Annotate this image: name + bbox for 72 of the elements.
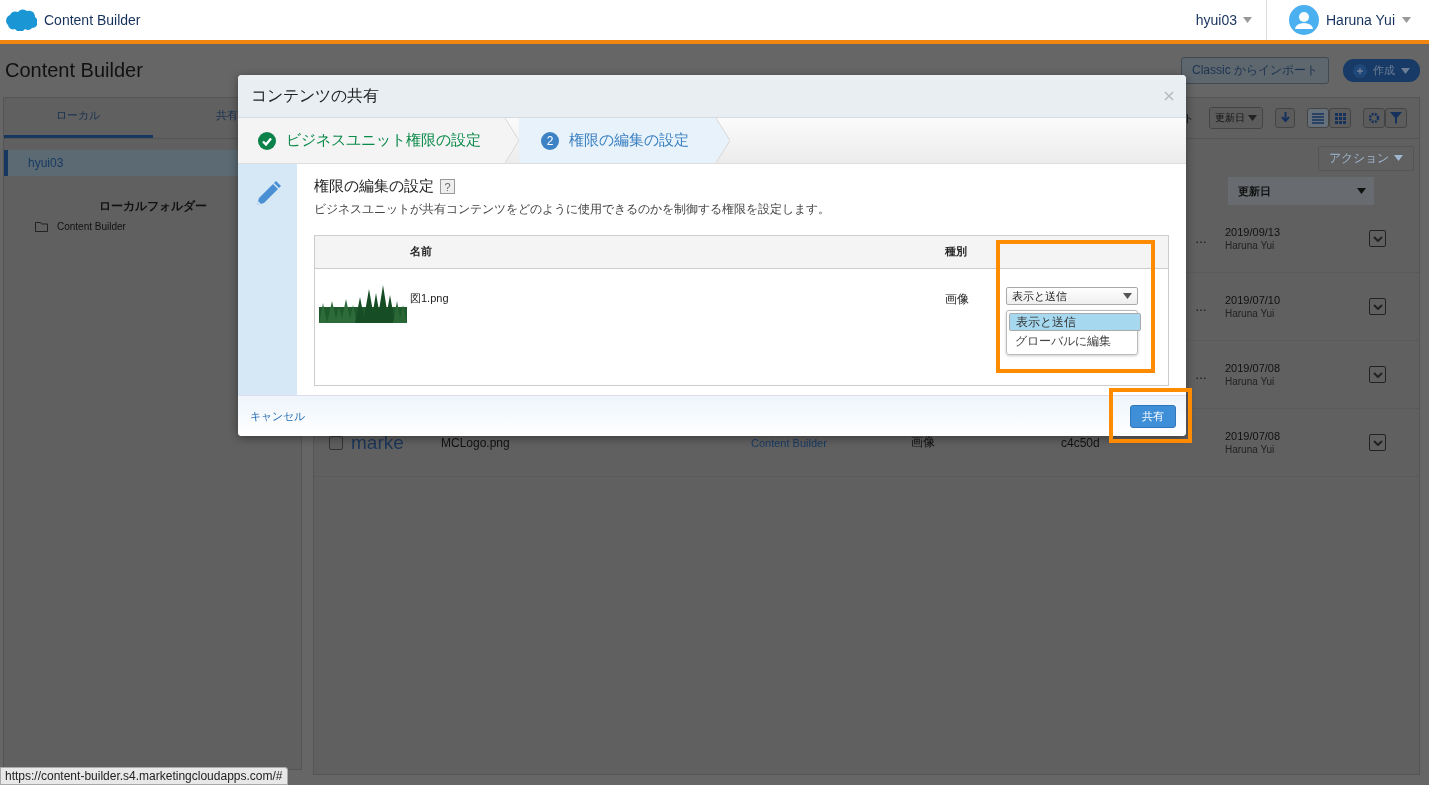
action-button[interactable]: アクション [1318,145,1414,171]
dialog-title: コンテンツの共有 [251,85,379,106]
section-title: ローカルフォルダー [97,198,208,215]
chevron-down-icon [1372,439,1383,446]
row-menu-button[interactable] [1369,298,1386,315]
chevron-down-icon [1372,235,1383,242]
column-header: 名前 [410,245,433,259]
caret-icon [1402,17,1411,23]
table-cell-text: c4c50d [1061,435,1101,450]
column-header: 種別 [945,245,968,259]
folder-link[interactable]: Content Builder [751,436,911,449]
help-button[interactable]: ? [440,179,455,194]
user-text: Haruna Yui [1225,308,1276,319]
caret-icon [1248,115,1257,121]
table-cell-text: 画像 [911,434,936,451]
status-url: https://content-builder.s4.marketingcloudapps.com/# [0,767,288,785]
page-title: Content Builder [5,59,144,82]
create-button[interactable]: 作成 [1343,59,1420,82]
plus-icon [1353,63,1367,78]
chevron-down-icon [1372,303,1383,310]
caret-icon [1357,188,1366,194]
filter-icon [1390,112,1402,124]
table-cell-text: … [1194,367,1208,382]
user-text: Haruna Yui [1225,376,1276,387]
settings-icon [1368,112,1380,124]
list-view-button[interactable] [1307,108,1329,128]
close-icon[interactable] [1164,91,1174,101]
cancel-link[interactable]: キャンセル [250,408,305,424]
cloud-logo-icon [5,9,37,31]
grid-view-button[interactable] [1329,108,1351,128]
dropdown-option[interactable]: グローバルに編集 [1009,331,1135,352]
toolbar-text: ト [1183,110,1194,126]
table-cell-text: … [1194,231,1208,246]
caret-icon [1394,155,1403,161]
row-menu-button[interactable] [1369,366,1386,383]
download-icon [1280,112,1290,124]
folder-item[interactable]: Content Builder [57,221,126,232]
grid-icon [1334,112,1346,124]
description-text: ビジネスユニットが共有コンテンツをどのように使用できるのかを制御する権限を設定します。 [314,201,831,218]
type-text: 画像 [945,291,970,308]
user-text: Haruna Yui [1225,240,1276,251]
date-text: 2019/07/08 [1225,362,1282,374]
list-icon [1312,112,1324,124]
share-button[interactable]: 共有 [1130,404,1176,428]
avatar-icon [1289,5,1319,35]
user-text: Haruna Yui [1225,444,1276,455]
caret-icon [1401,67,1410,74]
row-menu-button[interactable] [1369,434,1386,451]
user-menu[interactable]: Haruna Yui [1267,5,1429,35]
caret-icon [1123,293,1132,299]
folder-icon [35,221,49,232]
file-name: 図1.png [410,291,450,306]
table-cell-text: MCLogo.png [441,435,511,450]
step-number: 2 [541,131,559,150]
table-cell-text: … [1194,299,1208,314]
section-heading: 権限の編集の設定 [314,177,434,196]
chevron-down-icon [1372,371,1383,378]
column-header[interactable]: 更新日 [1228,177,1374,205]
filter-button[interactable] [1385,108,1407,128]
logo-thumbnail: marke [351,431,405,454]
settings-button[interactable] [1363,108,1385,128]
dropdown-option[interactable]: 表示と送信 [1009,313,1141,331]
date-text: 2019/07/08 [1225,430,1282,442]
row-menu-button[interactable] [1369,230,1386,247]
date-text: 2019/07/10 [1225,294,1282,306]
permission-select[interactable]: 表示と送信 [1006,287,1138,305]
date-text: 2019/09/13 [1225,226,1282,238]
app-name: Content Builder [44,12,141,28]
download-button[interactable] [1275,108,1295,128]
business-unit-menu[interactable]: hyui03 [1195,0,1267,40]
check-circle-icon [258,131,276,150]
caret-icon [1243,17,1252,23]
